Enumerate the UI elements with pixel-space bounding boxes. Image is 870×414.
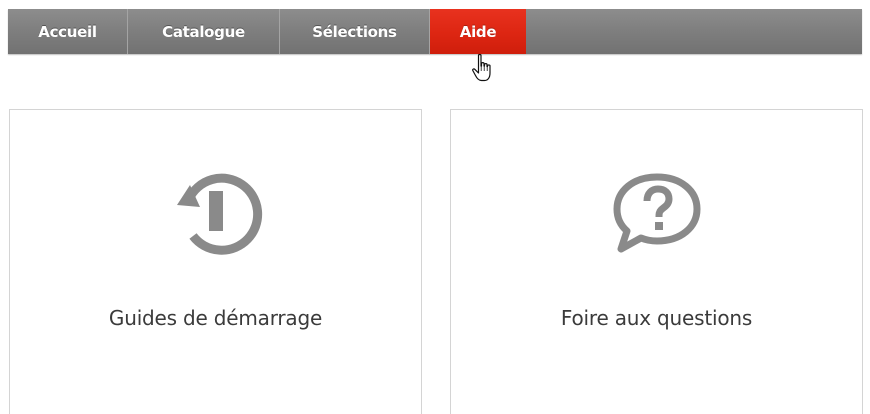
restart-power-icon — [176, 173, 262, 255]
help-page: Accueil Catalogue Sélections Aide Guides… — [0, 0, 870, 414]
nav-item-catalogue[interactable]: Catalogue — [128, 9, 280, 54]
card-label: Guides de démarrage — [108, 306, 323, 330]
card-foire-aux-questions[interactable]: Foire aux questions — [450, 109, 863, 414]
question-bubble-icon — [613, 173, 700, 253]
nav-item-aide[interactable]: Aide — [430, 9, 526, 54]
main-navigation: Accueil Catalogue Sélections Aide — [8, 9, 862, 54]
nav-item-accueil[interactable]: Accueil — [8, 9, 128, 54]
card-label: Foire aux questions — [560, 306, 753, 330]
nav-item-selections[interactable]: Sélections — [280, 9, 430, 54]
card-guides-demarrage[interactable]: Guides de démarrage — [9, 109, 422, 414]
hand-pointer-icon — [472, 53, 491, 82]
